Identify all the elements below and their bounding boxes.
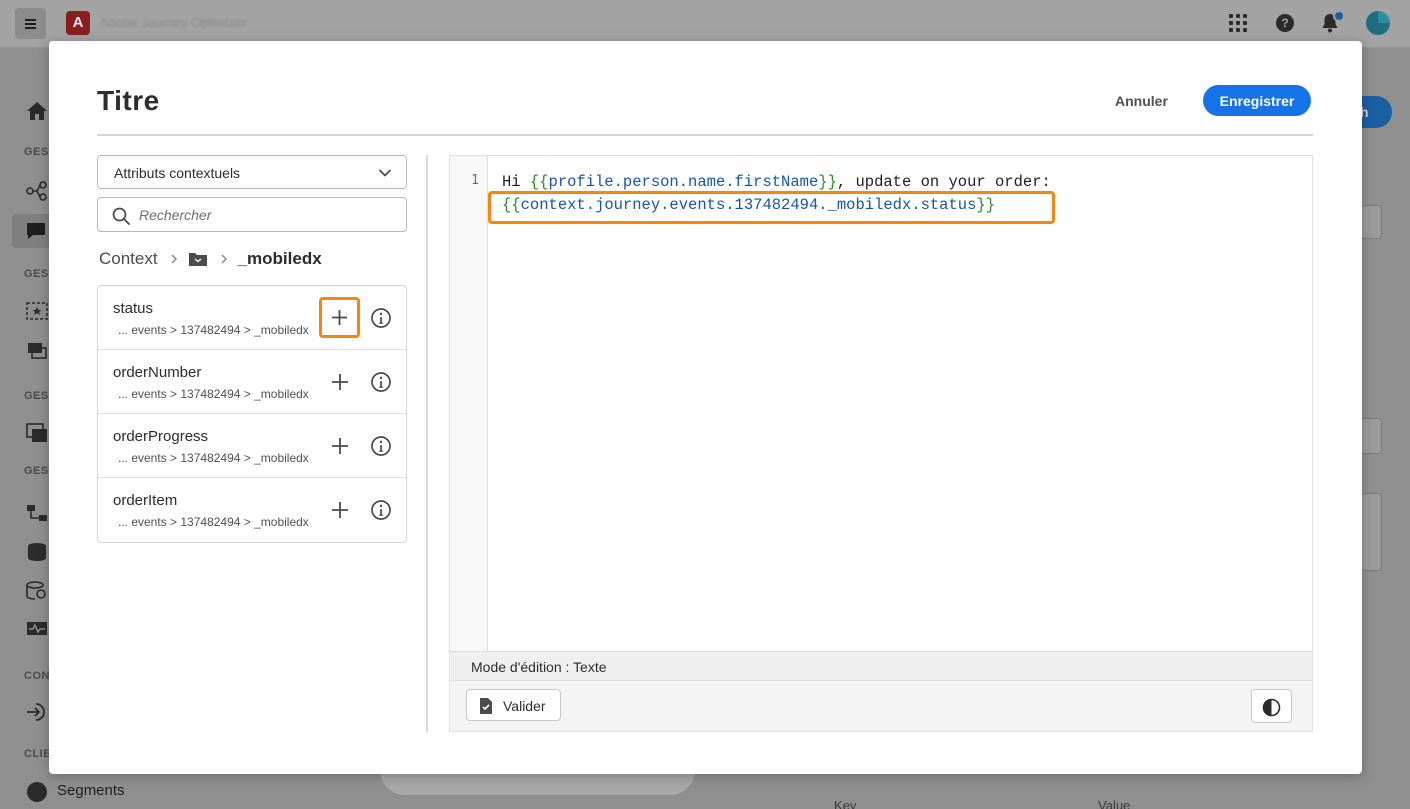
- breadcrumb: Context _mobiledx: [99, 248, 322, 270]
- code-brace: {{: [529, 173, 549, 191]
- code-brace: }}: [976, 196, 995, 214]
- queries-icon[interactable]: [26, 581, 48, 601]
- code-content[interactable]: Hi {{profile.person.name.firstName}}, up…: [502, 171, 1051, 217]
- line-number: 1: [471, 173, 479, 188]
- code-text: , update on your order:: [836, 173, 1051, 191]
- home-icon[interactable]: [26, 101, 48, 121]
- sidebar-item-segments[interactable]: Segments: [57, 782, 125, 799]
- attribute-list: status ... events > 137482494 > _mobiled…: [97, 285, 407, 543]
- code-text: Hi: [502, 173, 530, 191]
- adobe-logo: A: [66, 11, 90, 35]
- background-key-header: Key: [834, 798, 857, 809]
- app-name: Adobe Journey Optimizer: [100, 15, 247, 30]
- sidebar-section-label: CON: [24, 670, 50, 682]
- info-icon[interactable]: [370, 435, 392, 457]
- apps-grid-icon[interactable]: [1229, 14, 1247, 32]
- dropdown-value: Attributs contextuels: [114, 165, 241, 181]
- search-field[interactable]: [97, 197, 407, 232]
- add-attribute-button[interactable]: [319, 297, 360, 338]
- breadcrumb-current: _mobiledx: [237, 249, 322, 268]
- decisions-icon[interactable]: [26, 341, 48, 361]
- personalization-editor-dialog: Titre Annuler Enregistrer Attributs cont…: [49, 41, 1362, 774]
- attribute-path: ... events > 137482494 > _mobiledx: [118, 387, 309, 401]
- schemas-icon[interactable]: [26, 503, 48, 523]
- attribute-name: orderItem: [113, 492, 178, 509]
- list-item: orderProgress ... events > 137482494 > _…: [98, 414, 406, 478]
- save-button[interactable]: Enregistrer: [1203, 85, 1311, 116]
- add-attribute-button[interactable]: [328, 434, 352, 458]
- theme-toggle-button[interactable]: [1251, 689, 1292, 723]
- offers-icon[interactable]: [26, 301, 48, 321]
- notification-dot: [1333, 10, 1345, 22]
- chevron-down-icon: [379, 169, 391, 177]
- info-icon[interactable]: [370, 371, 392, 393]
- code-brace: }}: [818, 173, 837, 191]
- attribute-path: ... events > 137482494 > _mobiledx: [118, 515, 309, 529]
- plus-icon: [332, 310, 347, 325]
- validate-label: Valider: [503, 698, 546, 714]
- attribute-name: status: [113, 300, 154, 317]
- code-area[interactable]: 1 Hi {{profile.person.name.firstName}}, …: [450, 156, 1312, 651]
- attribute-name: orderNumber: [113, 364, 202, 381]
- search-input[interactable]: [139, 198, 399, 231]
- add-attribute-button[interactable]: [328, 370, 352, 394]
- attribute-path: ... events > 137482494 > _mobiledx: [118, 451, 309, 465]
- folder-icon[interactable]: [188, 251, 208, 267]
- list-item: orderNumber ... events > 137482494 > _mo…: [98, 350, 406, 414]
- breadcrumb-context[interactable]: Context: [99, 249, 158, 269]
- background-value-header: Value: [1098, 798, 1131, 809]
- content-templates-icon[interactable]: [26, 423, 48, 443]
- journeys-icon[interactable]: [26, 181, 48, 201]
- validate-button[interactable]: Valider: [466, 689, 561, 721]
- segments-icon[interactable]: [27, 782, 47, 802]
- status-bar: Mode d'édition : Texte: [450, 651, 1312, 681]
- list-item: orderItem ... events > 137482494 > _mobi…: [98, 478, 406, 542]
- edit-mode-label: Mode d'édition : Texte: [471, 659, 607, 675]
- code-variable: context.journey.events.137482494._mobile…: [520, 196, 977, 214]
- help-icon[interactable]: ?: [1276, 14, 1294, 32]
- contrast-icon: [1262, 698, 1281, 717]
- info-icon[interactable]: [370, 499, 392, 521]
- avatar[interactable]: [1366, 11, 1390, 35]
- code-brace: {{: [502, 196, 521, 214]
- sidebar-item-messages-active[interactable]: [12, 214, 52, 248]
- panel-divider: [426, 155, 428, 732]
- expression-editor: 1 Hi {{profile.person.name.firstName}}, …: [449, 155, 1313, 732]
- attribute-path: ... events > 137482494 > _mobiledx: [118, 323, 309, 337]
- chevron-right-icon: [171, 254, 177, 264]
- datasets-icon[interactable]: [26, 542, 48, 562]
- monitoring-icon[interactable]: [26, 620, 48, 640]
- message-icon: [27, 223, 45, 239]
- list-item: status ... events > 137482494 > _mobiled…: [98, 286, 406, 350]
- validate-file-icon: [480, 698, 492, 714]
- sources-icon[interactable]: [26, 702, 48, 722]
- chevron-right-icon: [221, 254, 227, 264]
- title-divider: [97, 134, 1313, 136]
- dialog-title: Titre: [97, 85, 160, 116]
- search-icon: [112, 207, 130, 225]
- add-attribute-button[interactable]: [328, 498, 352, 522]
- sidebar-section-label: CLIE: [24, 748, 52, 760]
- info-icon[interactable]: [370, 307, 392, 329]
- code-variable: profile.person.name.firstName: [548, 173, 819, 191]
- line-gutter: 1: [450, 156, 488, 651]
- menu-icon[interactable]: [15, 8, 46, 39]
- attribute-name: orderProgress: [113, 428, 209, 445]
- attribute-source-dropdown[interactable]: Attributs contextuels: [97, 155, 407, 189]
- cancel-button[interactable]: Annuler: [1101, 87, 1182, 115]
